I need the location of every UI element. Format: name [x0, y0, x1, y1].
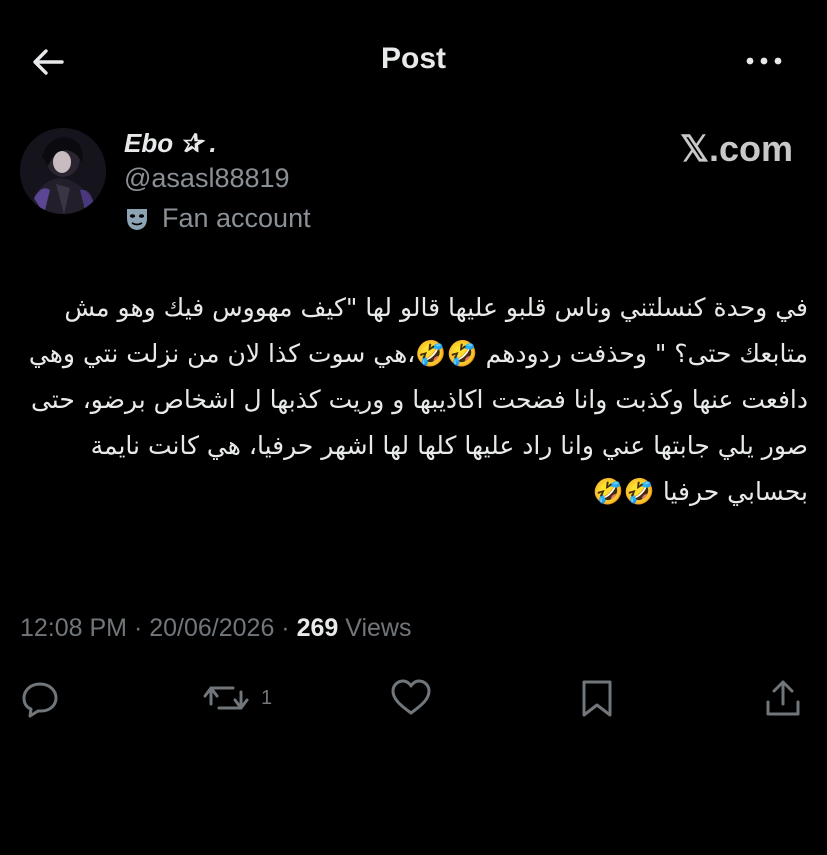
- views-label: Views: [345, 614, 412, 642]
- avatar-image: [20, 128, 106, 214]
- repost-button[interactable]: 1: [203, 678, 272, 718]
- author-handle[interactable]: @asasl88819: [124, 163, 290, 194]
- bookmark-button[interactable]: [580, 678, 614, 718]
- post-date[interactable]: 20/06/2026: [149, 614, 274, 642]
- avatar[interactable]: [20, 128, 106, 214]
- account-label: Fan account: [124, 203, 311, 234]
- reply-button[interactable]: [20, 678, 60, 718]
- meta-separator: ·: [274, 614, 297, 642]
- share-icon: [766, 680, 800, 716]
- top-bar: Post: [0, 0, 827, 120]
- more-horizontal-icon[interactable]: [742, 46, 786, 76]
- page-title: Post: [380, 42, 446, 75]
- account-label-text: Fan account: [162, 203, 311, 233]
- repost-icon: [203, 686, 249, 710]
- views-count: 269: [296, 614, 339, 642]
- action-bar: 1: [0, 670, 827, 730]
- heart-icon: [391, 679, 431, 715]
- like-button[interactable]: [390, 678, 432, 718]
- post-meta: 12:08 PM · 20/06/2026 · 269 Views: [20, 614, 412, 643]
- post-text: في وحدة كنسلتني وناس قلبو عليها قالو لها…: [28, 293, 808, 506]
- reply-icon: [22, 682, 58, 718]
- meta-separator: ·: [127, 614, 150, 642]
- share-button[interactable]: [764, 678, 802, 718]
- mask-icon: [127, 208, 147, 230]
- post-time[interactable]: 12:08 PM: [20, 614, 127, 642]
- x-watermark: 𝕏.com: [679, 128, 793, 169]
- bookmark-icon: [582, 680, 612, 717]
- author-name[interactable]: Ebo ✰ .: [124, 128, 217, 159]
- repost-count: 1: [261, 686, 273, 709]
